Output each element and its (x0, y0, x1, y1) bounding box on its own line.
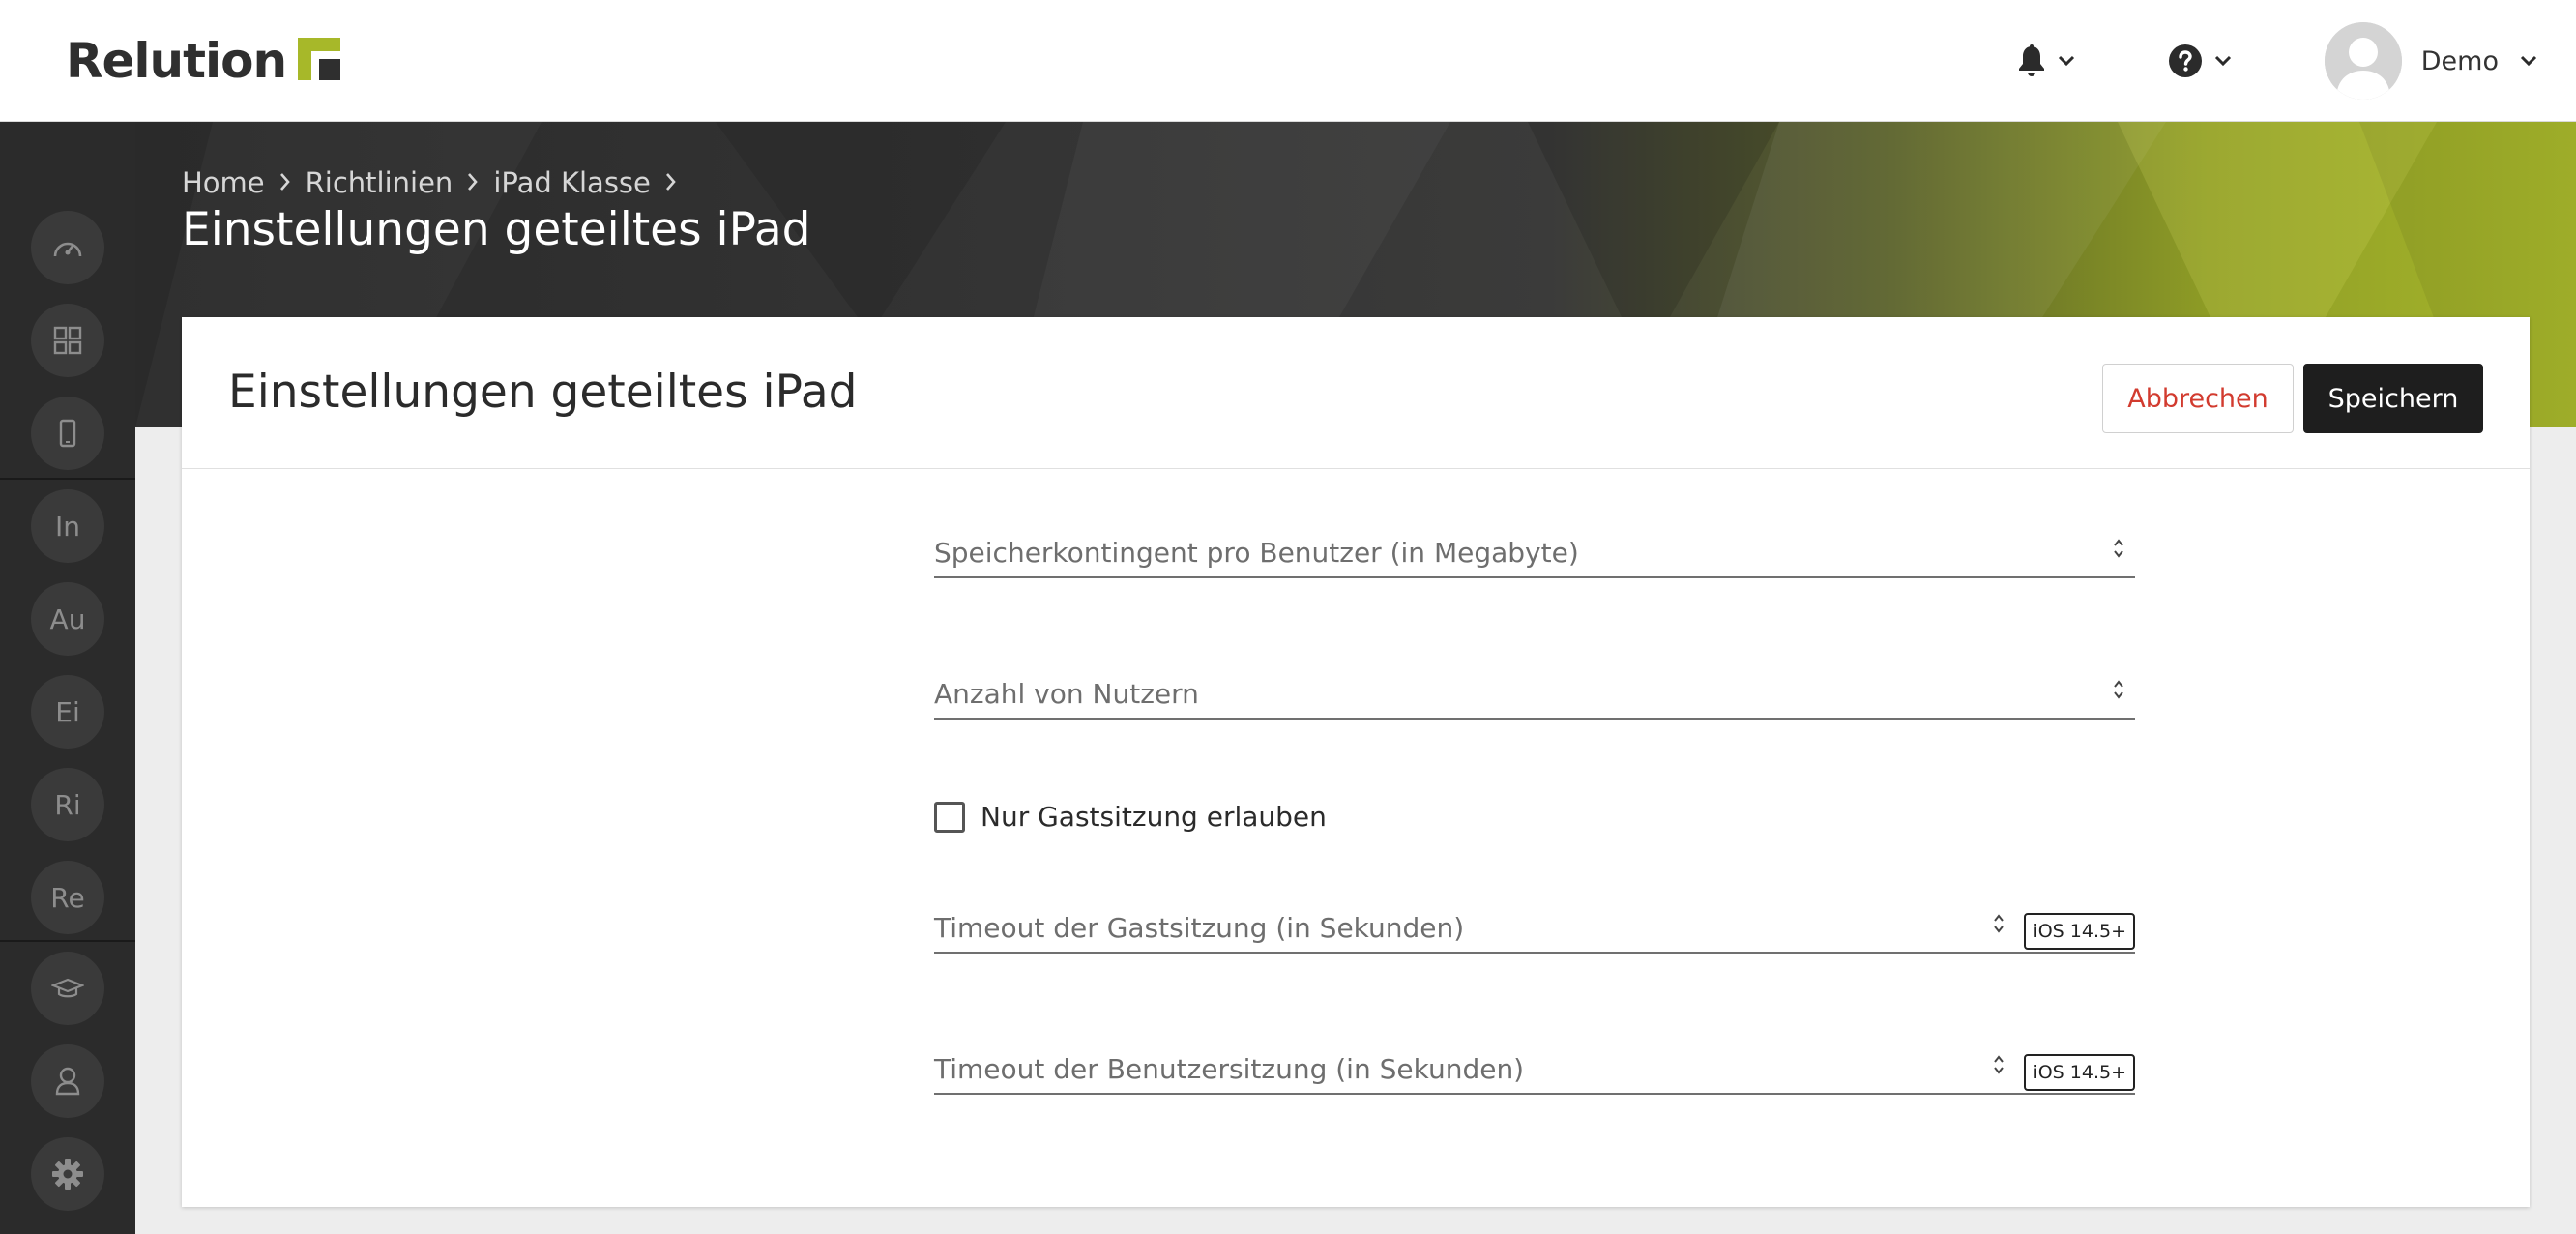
chevron-down-icon (2214, 55, 2231, 67)
sidebar: In Au Ei Ri Re (0, 122, 135, 1234)
logo-mark-icon (298, 38, 341, 80)
user-count-field[interactable]: Anzahl von Nutzern (934, 669, 2135, 720)
help-menu[interactable] (2168, 44, 2232, 78)
logo-text: Relution (66, 33, 287, 89)
graduation-cap-icon (51, 978, 84, 998)
number-spinner[interactable] (2112, 536, 2125, 561)
device-icon (59, 419, 76, 448)
bell-icon (2018, 44, 2044, 76)
notifications-menu[interactable] (2017, 44, 2075, 77)
sidebar-item-ri[interactable]: Ri (31, 768, 104, 841)
sidebar-item-users[interactable] (31, 1044, 104, 1118)
chevron-right-icon (466, 166, 480, 199)
chevron-down-icon (2520, 55, 2537, 67)
spinner-arrows-icon (1994, 1055, 2004, 1074)
sidebar-item-re[interactable]: Re (31, 861, 104, 934)
guest-timeout-label: Timeout der Gastsitzung (in Sekunden) (934, 912, 1465, 944)
question-circle-icon (2168, 44, 2202, 77)
breadcrumb: Home Richtlinien iPad Klasse (182, 166, 691, 199)
storage-quota-field[interactable]: Speicherkontingent pro Benutzer (in Mega… (934, 528, 2135, 578)
page-title: Einstellungen geteiltes iPad (182, 203, 811, 256)
user-icon (55, 1067, 80, 1096)
sidebar-item-label: Re (50, 881, 85, 914)
chevron-down-icon (2058, 55, 2074, 67)
spinner-arrows-icon (1994, 914, 2004, 933)
ios-version-badge: iOS 14.5+ (2024, 1054, 2135, 1091)
spinner-arrows-icon (2114, 680, 2123, 699)
spinner-arrows-icon (2114, 539, 2123, 558)
sidebar-item-settings[interactable] (31, 1137, 104, 1211)
sidebar-item-ei[interactable]: Ei (31, 675, 104, 749)
sidebar-item-dashboard[interactable] (31, 211, 104, 284)
settings-card: Einstellungen geteiltes iPad Abbrechen S… (182, 317, 2530, 1207)
user-avatar-icon (2324, 22, 2402, 100)
sidebar-item-label: In (54, 510, 80, 543)
number-spinner[interactable] (1992, 1052, 2005, 1077)
topbar-actions: Demo (2017, 0, 2576, 122)
gear-icon (52, 1159, 83, 1190)
save-button[interactable]: Speichern (2303, 364, 2483, 433)
guest-timeout-field[interactable]: Timeout der Gastsitzung (in Sekunden) iO… (934, 903, 2135, 954)
breadcrumb-ipad-klasse[interactable]: iPad Klasse (493, 166, 651, 199)
breadcrumb-richtlinien[interactable]: Richtlinien (306, 166, 454, 199)
dashboard-icon (53, 242, 82, 257)
avatar (2324, 22, 2402, 100)
sidebar-item-label: Ei (55, 695, 80, 728)
number-spinner[interactable] (2112, 677, 2125, 702)
storage-quota-label: Speicherkontingent pro Benutzer (in Mega… (934, 537, 1579, 569)
sidebar-divider (0, 940, 135, 942)
card-header: Einstellungen geteiltes iPad Abbrechen S… (182, 317, 2530, 469)
sidebar-divider (0, 478, 135, 480)
guest-only-checkbox-row[interactable]: Nur Gastsitzung erlauben (934, 801, 1327, 833)
sidebar-item-apps[interactable] (31, 304, 104, 377)
chevron-right-icon (664, 166, 678, 199)
relution-logo[interactable]: Relution (66, 29, 341, 93)
breadcrumb-home[interactable]: Home (182, 166, 265, 199)
sidebar-item-label: Ri (54, 788, 81, 821)
chevron-right-icon (278, 166, 292, 199)
number-spinner[interactable] (1992, 911, 2005, 936)
cancel-button[interactable]: Abbrechen (2102, 364, 2294, 433)
guest-only-checkbox[interactable] (934, 801, 965, 833)
top-bar: Relution Demo (0, 0, 2576, 122)
user-menu[interactable]: Demo (2324, 22, 2537, 100)
user-count-label: Anzahl von Nutzern (934, 678, 1199, 710)
user-timeout-label: Timeout der Benutzersitzung (in Sekunden… (934, 1053, 1525, 1085)
ios-version-badge: iOS 14.5+ (2024, 913, 2135, 950)
sidebar-item-devices[interactable] (31, 397, 104, 470)
sidebar-item-au[interactable]: Au (31, 582, 104, 656)
user-timeout-field[interactable]: Timeout der Benutzersitzung (in Sekunden… (934, 1044, 2135, 1095)
grid-icon (53, 326, 82, 355)
sidebar-item-label: Au (49, 602, 86, 635)
card-title: Einstellungen geteiltes iPad (228, 366, 858, 419)
sidebar-item-education[interactable] (31, 952, 104, 1025)
username: Demo (2420, 45, 2499, 76)
guest-only-label: Nur Gastsitzung erlauben (981, 801, 1327, 833)
sidebar-item-in[interactable]: In (31, 489, 104, 563)
